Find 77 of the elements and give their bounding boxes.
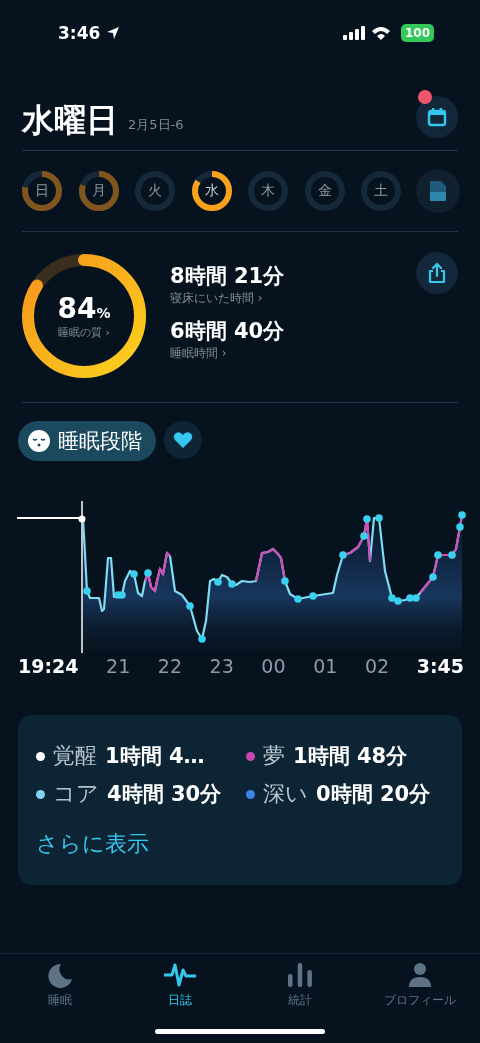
stage-duration: 1時間 48分 bbox=[293, 743, 408, 770]
day-ring-button[interactable]: 日 bbox=[20, 169, 64, 213]
battery-indicator: 100 bbox=[400, 24, 434, 42]
stat-link[interactable]: 寝床にいた時間 › bbox=[170, 290, 285, 307]
document-icon bbox=[428, 180, 447, 202]
sleep-quality-link[interactable]: 睡眠の質 › bbox=[58, 325, 110, 340]
share-icon bbox=[427, 262, 447, 284]
data-point bbox=[144, 569, 152, 577]
data-point bbox=[83, 587, 91, 595]
time-axis-label: 3:45 bbox=[416, 655, 464, 677]
stage-duration: 0時間 20分 bbox=[316, 781, 431, 808]
day-ring-button[interactable]: 木 bbox=[246, 169, 291, 213]
sleeping-face-icon bbox=[28, 430, 50, 452]
data-point bbox=[214, 578, 222, 586]
cursor-point bbox=[78, 515, 86, 523]
data-point bbox=[360, 532, 368, 540]
bar-chart-icon bbox=[287, 962, 313, 988]
data-point bbox=[458, 511, 466, 519]
stat-value: 6時間 40分 bbox=[170, 318, 285, 345]
time-axis-label: 19:24 bbox=[18, 655, 79, 677]
data-point bbox=[309, 592, 317, 600]
stage-name: コア bbox=[53, 780, 99, 808]
signal-icon bbox=[342, 26, 365, 40]
stage-name: 夢 bbox=[263, 742, 285, 770]
show-more-link[interactable]: さらに表示 bbox=[36, 829, 444, 859]
dream-stage-segment bbox=[254, 547, 287, 582]
time-axis-label: 02 bbox=[364, 655, 390, 677]
calendar-button[interactable] bbox=[416, 96, 458, 138]
time-axis-label: 01 bbox=[313, 655, 338, 677]
data-point bbox=[186, 602, 194, 610]
data-point bbox=[294, 595, 302, 603]
share-button[interactable] bbox=[416, 252, 458, 294]
tab-bar-item[interactable]: 統計 bbox=[245, 962, 355, 1010]
stat-link[interactable]: 睡眠時間 › bbox=[170, 345, 285, 362]
data-point bbox=[281, 577, 289, 585]
location-arrow-icon bbox=[106, 26, 121, 40]
day-ring-button[interactable]: 金 bbox=[302, 169, 347, 213]
data-point bbox=[456, 523, 464, 531]
data-point bbox=[363, 515, 371, 523]
date-range: 2月5日-6 bbox=[128, 116, 184, 134]
calendar-icon bbox=[427, 107, 447, 127]
tab-bar-item[interactable]: 日誌 bbox=[125, 962, 235, 1010]
day-ring-button[interactable]: 水 bbox=[189, 169, 234, 213]
person-icon bbox=[407, 962, 433, 988]
wifi-icon bbox=[370, 26, 391, 40]
day-ring-button[interactable]: 土 bbox=[359, 169, 404, 213]
stat-value: 8時間 21分 bbox=[170, 263, 285, 290]
day-ring-button[interactable]: 火 bbox=[133, 169, 178, 213]
time-axis-label: 00 bbox=[261, 655, 286, 677]
tab-bar-item[interactable]: 睡眠 bbox=[5, 962, 115, 1010]
data-point bbox=[434, 551, 442, 559]
heart-icon bbox=[173, 431, 193, 449]
day-ring-button[interactable]: 月 bbox=[76, 169, 121, 213]
sleep-stage-chip[interactable]: 睡眠段階 bbox=[18, 421, 156, 461]
stage-name: 覚醒 bbox=[53, 742, 97, 770]
tab-bar-item[interactable]: プロフィール bbox=[365, 962, 475, 1010]
day-title: 水曜日 bbox=[22, 100, 118, 140]
time-axis-label: 21 bbox=[106, 655, 131, 677]
status-time: 3:46 bbox=[58, 23, 101, 43]
quality-percent: 84% bbox=[57, 292, 111, 325]
data-point bbox=[130, 570, 138, 578]
data-point bbox=[198, 635, 206, 643]
stage-name: 深い bbox=[263, 780, 308, 808]
time-axis-label: 23 bbox=[209, 655, 234, 677]
moon-icon bbox=[47, 962, 73, 988]
stage-duration: 4時間 30分 bbox=[107, 781, 222, 808]
heart-button[interactable] bbox=[164, 421, 202, 459]
waveform-icon bbox=[164, 962, 196, 988]
data-point bbox=[339, 551, 347, 559]
stage-duration: 1時間 4… bbox=[105, 743, 205, 770]
data-point bbox=[375, 514, 383, 522]
report-button[interactable] bbox=[415, 169, 460, 213]
dream-stage-segment bbox=[143, 550, 171, 594]
time-axis-label: 22 bbox=[157, 655, 182, 677]
data-point bbox=[429, 573, 437, 581]
data-point bbox=[228, 580, 236, 588]
data-point bbox=[448, 551, 456, 559]
